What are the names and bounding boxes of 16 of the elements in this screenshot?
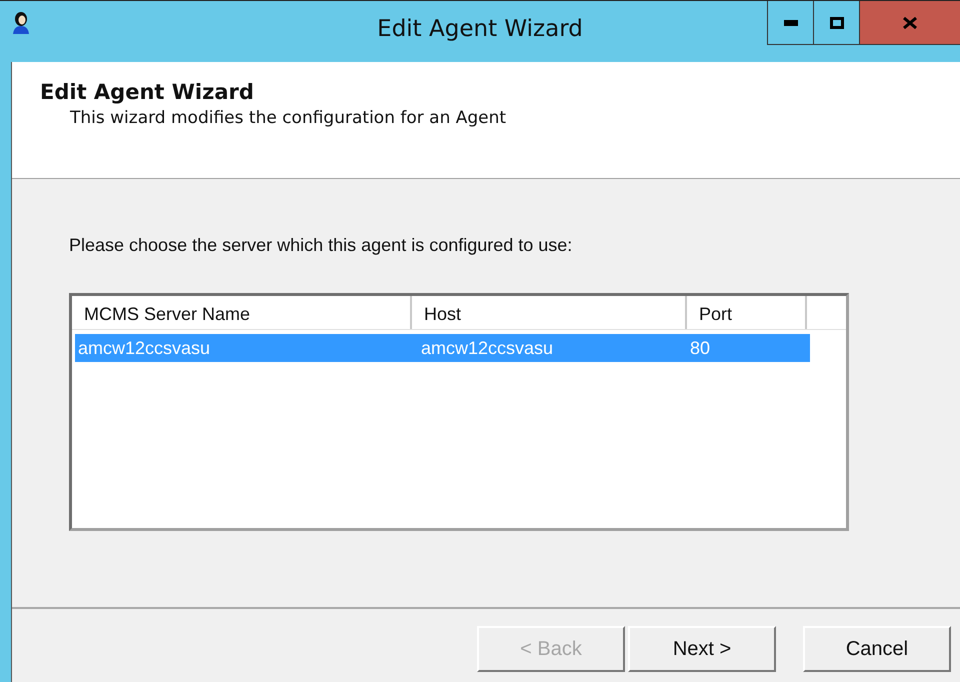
table-cell-text: amcw12ccsvasu bbox=[77, 337, 212, 360]
window-title: Edit Agent Wizard bbox=[376, 16, 584, 42]
next-button[interactable]: Next > bbox=[628, 626, 776, 672]
column-header[interactable]: MCMS Server Name bbox=[72, 296, 412, 329]
header-subtitle: This wizard modifies the configuration for an Agent bbox=[70, 108, 506, 128]
column-header[interactable]: Host bbox=[412, 296, 687, 329]
instruction-text: Please choose the server which this agent is configured to use: bbox=[69, 235, 572, 256]
table-cell-text: amcw12ccsvasu bbox=[420, 337, 554, 360]
cancel-button[interactable]: Cancel bbox=[803, 626, 951, 672]
person-icon bbox=[12, 12, 30, 34]
minimize-icon bbox=[784, 20, 798, 26]
header-title: Edit Agent Wizard bbox=[40, 80, 255, 104]
close-icon bbox=[903, 16, 917, 28]
column-header[interactable]: Port bbox=[687, 296, 807, 329]
maximize-icon bbox=[830, 16, 844, 28]
table-cell-text: 80 bbox=[689, 337, 712, 360]
